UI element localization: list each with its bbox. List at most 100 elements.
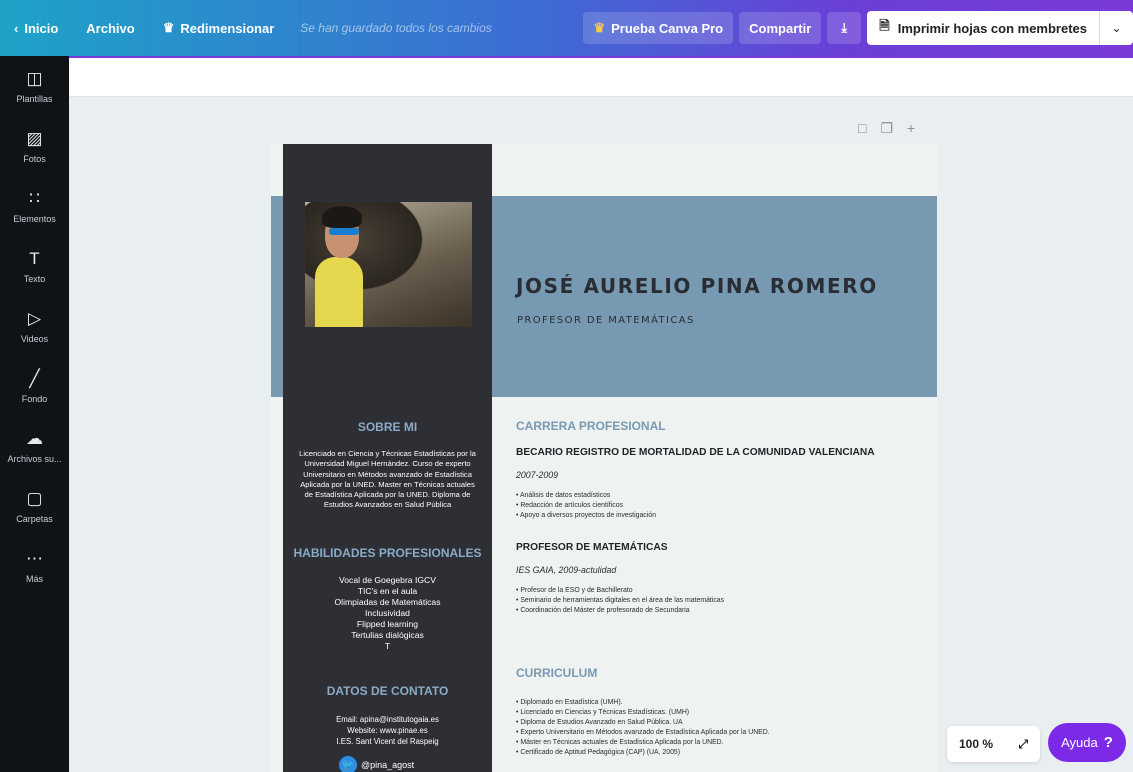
about-heading[interactable]: SOBRE MI bbox=[283, 420, 492, 434]
elements-icon: ∷ bbox=[29, 188, 40, 208]
skills-heading[interactable]: HABILIDADES PROFESIONALES bbox=[283, 546, 492, 560]
list-item: T bbox=[384, 641, 391, 651]
background-icon: ╱ bbox=[29, 368, 40, 388]
about-text[interactable]: Licenciado en Ciencia y Técnicas Estadís… bbox=[295, 449, 480, 511]
job2-bullets[interactable]: Profesor de la ESO y de Bachillerato Sem… bbox=[516, 586, 724, 616]
home-button[interactable]: ‹ Inicio bbox=[0, 21, 72, 36]
job1-title[interactable]: BECARIO REGISTRO DE MORTALIDAD DE LA COM… bbox=[516, 447, 875, 458]
career-heading[interactable]: CARRERA PROFESIONAL bbox=[516, 419, 666, 433]
sidebar: ◫ Plantillas ▨ Fotos ∷ Elementos T Texto… bbox=[0, 56, 69, 772]
sidebar-item-videos[interactable]: ▷ Videos bbox=[0, 296, 69, 356]
sidebar-item-label: Fotos bbox=[23, 153, 46, 164]
twitter-label: @pina_agost bbox=[361, 760, 415, 770]
page-tools: □ ❐ + bbox=[858, 120, 915, 137]
file-menu[interactable]: Archivo bbox=[72, 21, 148, 36]
chevron-left-icon: ‹ bbox=[14, 20, 19, 36]
list-item: Seminario de herramientas digitales en e… bbox=[516, 596, 724, 606]
sidebar-item-label: Plantillas bbox=[16, 93, 53, 104]
sidebar-item-elements[interactable]: ∷ Elementos bbox=[0, 176, 69, 236]
resume-name[interactable]: JOSÉ AURELIO PINA ROMERO bbox=[516, 274, 926, 298]
print-label: Imprimir hojas con membretes bbox=[897, 20, 1087, 36]
save-status: Se han guardado todos los cambios bbox=[300, 21, 492, 35]
resume-role[interactable]: PROFESOR DE MATEMÁTICAS bbox=[517, 315, 695, 326]
zoom-value: 100 % bbox=[959, 737, 994, 751]
crown-icon: ♛ bbox=[162, 20, 175, 35]
sidebar-item-label: Texto bbox=[23, 273, 46, 284]
pro-trial-button[interactable]: ♛ Prueba Canva Pro bbox=[583, 12, 734, 44]
sidebar-item-folders[interactable]: ▢ Carpetas bbox=[0, 476, 69, 536]
add-page-icon[interactable]: + bbox=[907, 120, 915, 137]
home-label: Inicio bbox=[24, 20, 59, 36]
zoom-control[interactable]: 100 % ⤢ bbox=[947, 726, 1040, 762]
photo-hair bbox=[322, 206, 362, 228]
photo-glasses bbox=[329, 228, 359, 235]
list-item: TIC's en el aula bbox=[357, 586, 418, 596]
print-options-button[interactable]: ⌄ bbox=[1099, 11, 1133, 45]
curriculum-heading[interactable]: CURRICULUM bbox=[516, 666, 597, 680]
list-item: Diplomado en Estadística (UMH). bbox=[516, 698, 770, 708]
sidebar-item-templates[interactable]: ◫ Plantillas bbox=[0, 56, 69, 116]
sidebar-item-label: Elementos bbox=[13, 213, 56, 224]
upload-icon: ☁ bbox=[26, 428, 43, 448]
list-item: Flipped learning bbox=[356, 619, 419, 629]
list-item: Redacción de artículos científicos bbox=[516, 501, 656, 511]
list-item: Experto Universitario en Métodos avanzad… bbox=[516, 728, 769, 738]
help-button[interactable]: Ayuda ? bbox=[1048, 723, 1126, 762]
job1-meta[interactable]: 2007-2009 bbox=[516, 470, 558, 480]
text-icon: T bbox=[29, 248, 40, 268]
document-icon: 🗎 bbox=[879, 18, 890, 33]
question-icon: ? bbox=[1103, 734, 1113, 751]
twitter-icon: 🐦 bbox=[339, 756, 357, 772]
list-item: Análisis de datos estadísticos bbox=[516, 491, 656, 501]
print-button[interactable]: 🗎 Imprimir hojas con membretes bbox=[867, 11, 1099, 45]
sidebar-item-label: Videos bbox=[20, 333, 49, 344]
contact-block[interactable]: Email: apina@institutogaia.es Website: w… bbox=[283, 714, 492, 747]
list-item: Vocal de Goegebra IGCV bbox=[339, 575, 436, 585]
job2-title[interactable]: PROFESOR DE MATEMÁTICAS bbox=[516, 542, 668, 553]
sidebar-item-label: Más bbox=[25, 573, 43, 584]
contact-email: Email: apina@institutogaia.es bbox=[336, 715, 439, 724]
contact-website: Website: www.pinae.es bbox=[347, 726, 428, 735]
job1-bullets[interactable]: Análisis de datos estadísticos Redacción… bbox=[516, 491, 656, 521]
list-item: Profesor de la ESO y de Bachillerato bbox=[516, 586, 724, 596]
duplicate-page-icon[interactable]: ❐ bbox=[880, 120, 893, 137]
note-icon[interactable]: □ bbox=[858, 120, 866, 137]
download-button[interactable]: ⤓ bbox=[827, 12, 862, 44]
curriculum-list[interactable]: Diplomado en Estadística (UMH). Licencia… bbox=[516, 698, 770, 758]
sidebar-item-label: Fondo bbox=[21, 393, 48, 404]
fullscreen-icon[interactable]: ⤢ bbox=[1018, 737, 1028, 752]
download-icon: ⤓ bbox=[841, 20, 848, 35]
resize-label: Redimensionar bbox=[180, 20, 275, 36]
sidebar-item-background[interactable]: ╱ Fondo bbox=[0, 356, 69, 416]
sidebar-item-label: Carpetas bbox=[16, 513, 53, 524]
sidebar-item-photos[interactable]: ▨ Fotos bbox=[0, 116, 69, 176]
list-item: Licenciado en Ciencias y Técnicas Estadí… bbox=[516, 708, 770, 718]
sidebar-item-text[interactable]: T Texto bbox=[0, 236, 69, 296]
resume-page[interactable]: JOSÉ AURELIO PINA ROMERO PROFESOR DE MAT… bbox=[271, 144, 937, 772]
photos-icon: ▨ bbox=[26, 128, 43, 148]
resize-button[interactable]: ♛ Redimensionar bbox=[149, 20, 289, 36]
share-button[interactable]: Compartir bbox=[739, 12, 822, 44]
chevron-down-icon: ⌄ bbox=[1111, 21, 1122, 35]
list-item: Diploma de Estudios Avanzado en Salud Pú… bbox=[516, 718, 770, 728]
pro-trial-label: Prueba Canva Pro bbox=[611, 20, 724, 36]
editor-toolbar bbox=[69, 58, 1133, 97]
job2-meta[interactable]: IES GAIA, 2009-actulidad bbox=[516, 565, 616, 575]
profile-photo[interactable] bbox=[305, 202, 472, 327]
sidebar-item-more[interactable]: ⋯ Más bbox=[0, 536, 69, 596]
list-item: Apoyo a diversos proyectos de investigac… bbox=[516, 511, 656, 521]
list-item: Inclusividad bbox=[365, 608, 410, 618]
contact-school: I.ES. Sant Vicent del Raspeig bbox=[336, 737, 439, 746]
sidebar-item-label: Archivos su... bbox=[7, 453, 62, 464]
skills-list[interactable]: Vocal de Goegebra IGCV TIC's en el aula … bbox=[283, 575, 492, 652]
sidebar-item-uploads[interactable]: ☁ Archivos su... bbox=[0, 416, 69, 476]
list-item: Tertulias dialógicas bbox=[351, 630, 424, 640]
contact-heading[interactable]: DATOS DE CONTATO bbox=[283, 684, 492, 698]
list-item: Certificado de Aptitud Pedagógica (CAP) … bbox=[516, 748, 770, 758]
videos-icon: ▷ bbox=[27, 308, 42, 328]
list-item: Máster en Técnicas actuales de Estadísti… bbox=[516, 738, 770, 748]
more-icon: ⋯ bbox=[26, 548, 43, 568]
twitter-handle[interactable]: 🐦 @pina_agost bbox=[339, 756, 414, 772]
photo-shirt bbox=[315, 257, 363, 327]
list-item: Coordinación del Máster de profesorado d… bbox=[516, 606, 724, 616]
